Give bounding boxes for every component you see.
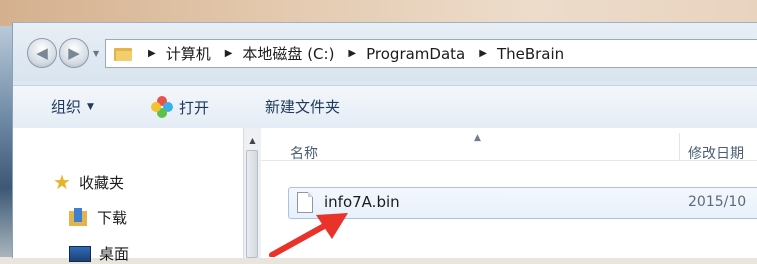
organize-menu-button[interactable]: 组织 ▼ — [51, 96, 94, 117]
breadcrumb-separator[interactable]: ▶ — [479, 48, 487, 59]
nav-item-downloads[interactable]: 下载 — [69, 207, 127, 228]
downloads-folder-icon — [69, 207, 89, 228]
nav-item-favorites[interactable]: ★ 收藏夹 — [53, 170, 124, 194]
column-header-date-modified[interactable]: 修改日期 — [688, 143, 744, 163]
command-bar: 组织 ▼ 打开 新建文件夹 — [13, 85, 757, 129]
breadcrumb-separator[interactable]: ▶ — [148, 48, 156, 59]
new-folder-label: 新建文件夹 — [265, 98, 341, 116]
column-divider[interactable] — [679, 133, 680, 161]
open-button[interactable]: 打开 — [151, 96, 209, 118]
nav-item-desktop[interactable]: 桌面 — [69, 243, 129, 264]
breadcrumb-computer[interactable]: 计算机 — [166, 43, 211, 64]
breadcrumb-separator[interactable]: ▶ — [225, 48, 233, 59]
nav-item-label: 桌面 — [99, 245, 130, 263]
breadcrumb-local-disk[interactable]: 本地磁盘 (C:) — [242, 43, 334, 64]
breadcrumb-programdata[interactable]: ProgramData — [366, 45, 465, 63]
star-icon: ★ — [53, 170, 71, 194]
nav-item-label: 收藏夹 — [78, 173, 124, 192]
content-area: ★ 收藏夹 下载 桌面 ▲ ▲ 名称 修改日期 info7A.bin 2015/… — [13, 128, 757, 263]
desktop-icon — [69, 245, 91, 262]
nav-pane-scrollbar[interactable]: ▲ — [243, 128, 262, 258]
back-button[interactable]: ◀ — [27, 38, 57, 68]
nav-item-label: 下载 — [97, 209, 128, 227]
address-bar[interactable]: ▶ 计算机 ▶ 本地磁盘 (C:) ▶ ProgramData ▶ TheBra… — [105, 39, 757, 68]
desktop-edge — [0, 26, 12, 257]
folder-icon — [114, 46, 134, 62]
navigation-pane: ★ 收藏夹 下载 桌面 — [13, 128, 243, 263]
forward-button[interactable]: ▶ — [59, 38, 89, 68]
scrollbar-thumb[interactable] — [246, 150, 258, 258]
breadcrumb-thebrain[interactable]: TheBrain — [497, 45, 564, 63]
scroll-up-button[interactable]: ▲ — [244, 132, 261, 149]
column-header-row: ▲ 名称 修改日期 — [261, 128, 757, 163]
organize-label: 组织 — [51, 98, 82, 116]
sort-ascending-icon: ▲ — [474, 133, 481, 143]
back-arrow-icon: ◀ — [36, 44, 48, 62]
open-label: 打开 — [179, 98, 210, 117]
pinwheel-icon — [151, 96, 173, 118]
forward-arrow-icon: ▶ — [68, 44, 80, 62]
breadcrumb-separator[interactable]: ▶ — [348, 48, 356, 59]
chevron-down-icon: ▼ — [87, 101, 94, 112]
column-header-name[interactable]: 名称 — [290, 143, 318, 163]
file-row[interactable]: info7A.bin 2015/10 — [288, 187, 757, 219]
explorer-window: ◀ ▶ ▼ ▶ 计算机 ▶ 本地磁盘 (C:) ▶ ProgramData ▶ … — [12, 22, 757, 263]
new-folder-button[interactable]: 新建文件夹 — [265, 96, 340, 117]
navigation-bar: ◀ ▶ ▼ ▶ 计算机 ▶ 本地磁盘 (C:) ▶ ProgramData ▶ … — [13, 23, 757, 81]
annotation-arrow-icon — [269, 213, 348, 257]
file-date-modified: 2015/10 — [688, 194, 747, 210]
recent-pages-dropdown[interactable]: ▼ — [93, 49, 99, 58]
